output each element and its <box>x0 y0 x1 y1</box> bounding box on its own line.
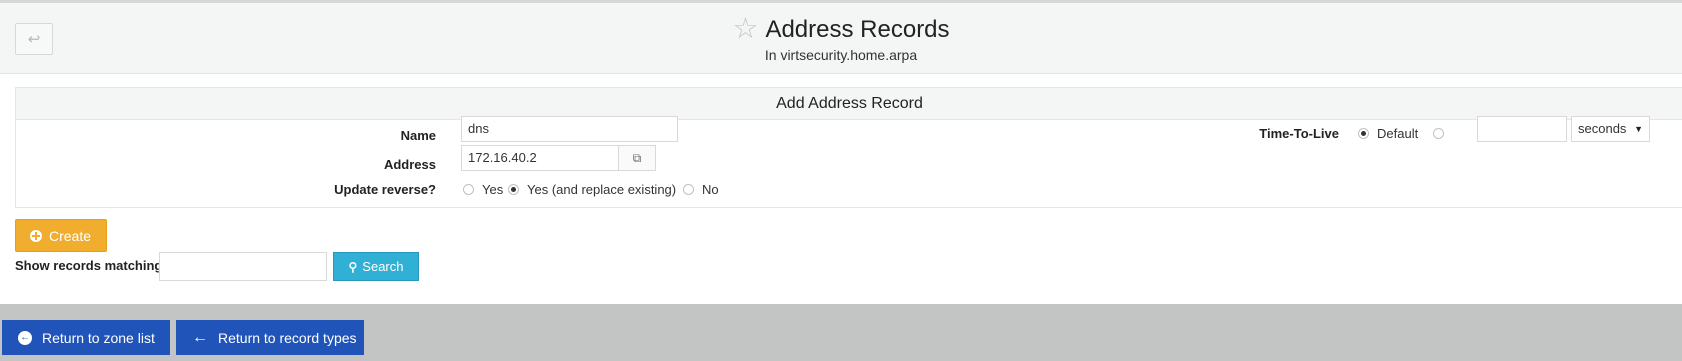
search-label: Search <box>362 259 404 274</box>
create-button[interactable]: Create <box>15 219 107 252</box>
create-label: Create <box>49 227 92 244</box>
search-input[interactable] <box>159 252 327 281</box>
ttl-label: Time-To-Live <box>1259 126 1339 141</box>
search-icon: ⚲ <box>348 259 358 274</box>
name-input[interactable]: dns <box>461 116 678 142</box>
name-label: Name <box>400 128 436 143</box>
ttl-default-label: Default <box>1377 126 1419 141</box>
page-title: Address Records <box>765 15 950 43</box>
panel-heading: Add Address Record <box>16 88 1682 120</box>
update-reverse-label: Update reverse? <box>334 182 436 197</box>
ttl-custom-radio[interactable] <box>1433 128 1444 139</box>
page-subtitle: In virtsecurity.home.arpa <box>764 47 918 63</box>
reverse-yes-label: Yes <box>482 182 504 197</box>
address-input[interactable]: 172.16.40.2 <box>461 145 619 171</box>
return-zone-list-label: Return to zone list <box>42 329 155 346</box>
search-button[interactable]: ⚲ Search <box>333 252 419 281</box>
star-outline-icon[interactable]: ☆ <box>732 15 758 44</box>
copy-icon: ⧉ <box>632 150 642 165</box>
ttl-unit-select[interactable]: seconds ▼ <box>1571 116 1650 142</box>
ttl-input[interactable] <box>1477 116 1567 142</box>
return-record-types-label: Return to record types <box>218 329 357 346</box>
footer-bar: ← Return to zone list ← Return to record… <box>0 304 1682 361</box>
arrow-left-icon: ← <box>192 328 208 346</box>
ttl-default-radio[interactable] <box>1358 128 1369 139</box>
title-row: ☆ Address Records <box>0 15 1682 44</box>
reverse-yes-radio[interactable] <box>463 184 474 195</box>
caret-down-icon: ▼ <box>1634 124 1643 134</box>
show-matching-label: Show records matching: <box>15 258 167 273</box>
circle-arrow-left-icon: ← <box>18 330 32 345</box>
address-label: Address <box>383 157 436 172</box>
add-record-panel: Add Address Record Name dns Address 172.… <box>15 87 1682 208</box>
reverse-no-label: No <box>702 182 719 197</box>
plus-circle-icon <box>30 229 42 242</box>
return-zone-list-button[interactable]: ← Return to zone list <box>2 320 170 355</box>
page-header: ↩ ☆ Address Records In virtsecurity.home… <box>0 3 1682 74</box>
return-record-types-button[interactable]: ← Return to record types <box>176 320 364 355</box>
reverse-replace-label: Yes (and replace existing) <box>527 182 677 197</box>
copy-address-button[interactable]: ⧉ <box>618 145 656 171</box>
reverse-no-radio[interactable] <box>683 184 694 195</box>
reverse-replace-radio[interactable] <box>508 184 519 195</box>
ttl-unit-value: seconds <box>1578 121 1627 136</box>
